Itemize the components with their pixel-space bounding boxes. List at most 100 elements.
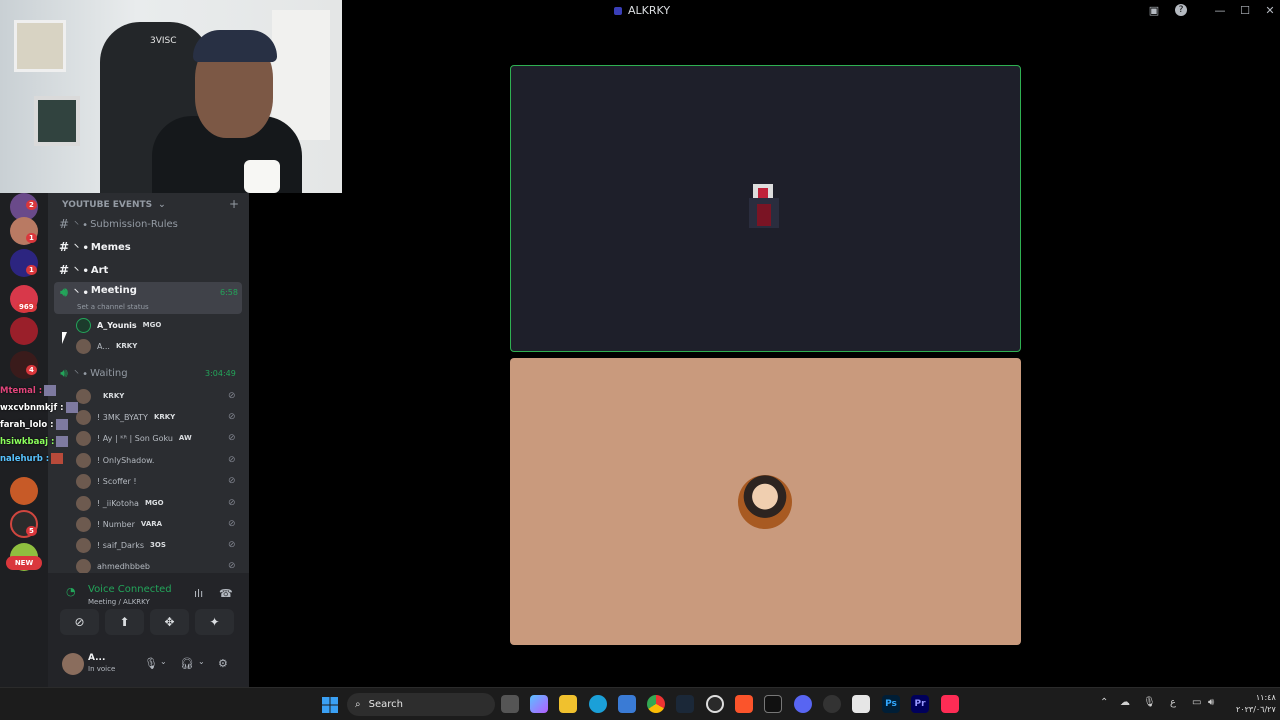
- steam-icon[interactable]: [676, 695, 694, 713]
- volume-icon[interactable]: 🔊︎: [1208, 697, 1214, 708]
- deafened-icon: ⊘: [228, 498, 236, 508]
- chevron-down-icon: ⌄: [158, 200, 166, 210]
- x-app-icon[interactable]: [764, 695, 782, 713]
- copilot-icon[interactable]: [530, 695, 548, 713]
- speaker-icon: 🔊︎: [60, 285, 68, 299]
- windows-start-icon[interactable]: [322, 697, 338, 713]
- microphone-icon[interactable]: 🎙︎: [1143, 697, 1156, 708]
- voice-user[interactable]: A... KRKY: [76, 336, 246, 356]
- app-icon[interactable]: [823, 695, 841, 713]
- server-badge: 5: [26, 526, 37, 536]
- video-tile[interactable]: [510, 358, 1021, 645]
- server-icon[interactable]: [10, 317, 38, 345]
- voice-user-name: ! Ay | ᴷᴿ | Son Goku: [97, 433, 173, 443]
- voice-user-name: ! Number: [97, 519, 135, 529]
- monitor-icon[interactable]: ▭: [1192, 697, 1201, 708]
- settings-app-icon[interactable]: [706, 695, 724, 713]
- channel-submission-rules[interactable]: # ⸌ • Submission-Rules: [54, 214, 242, 234]
- photoshop-icon[interactable]: Ps: [882, 695, 900, 713]
- brave-icon[interactable]: [735, 695, 753, 713]
- voice-user-name: ! 3MK_BYATY: [97, 412, 148, 422]
- chat-line: hsiwkbaaj :: [0, 433, 90, 450]
- role-tag: KRKY: [103, 392, 125, 400]
- tiktok-icon[interactable]: [941, 695, 959, 713]
- chat-emote: [65, 402, 78, 413]
- premiere-icon[interactable]: Pr: [911, 695, 929, 713]
- edge-icon[interactable]: [589, 695, 607, 713]
- disconnect-icon[interactable]: ☎: [219, 587, 233, 600]
- add-channel-icon[interactable]: +: [229, 197, 239, 211]
- chrome-icon[interactable]: [647, 695, 665, 713]
- soundboard-button[interactable]: ✦: [195, 609, 234, 635]
- chevron-up-icon[interactable]: ⌃: [1100, 697, 1108, 708]
- file-explorer-icon[interactable]: [559, 695, 577, 713]
- speaker-icon: 🔊︎: [60, 365, 68, 380]
- screen-share-button[interactable]: ⬆: [105, 609, 144, 635]
- discord-icon[interactable]: [794, 695, 812, 713]
- activities-button[interactable]: ✥: [150, 609, 189, 635]
- taskbar: ⌕ Search Ps Pr ⌃ ☁ 🎙︎ ع ▭ 🔊︎ ١١:٤٨ ٢٠٢٣/…: [0, 687, 1280, 720]
- avatar: [76, 495, 91, 511]
- minimize-button[interactable]: —: [1212, 4, 1228, 18]
- gear-icon[interactable]: ⚙: [218, 657, 228, 670]
- text-channel-icon: #: [58, 217, 70, 231]
- voice-user[interactable]: ! _iiKotoha MGO ⊘: [76, 493, 246, 513]
- deafened-icon: ⊘: [228, 412, 236, 422]
- voice-user[interactable]: ! Number VARA ⊘: [76, 514, 246, 534]
- task-view-icon[interactable]: [501, 695, 519, 713]
- clock[interactable]: ١١:٤٨ ٢٠٢٣/٠٦/٢٧: [1236, 692, 1276, 716]
- avatar: [76, 558, 91, 574]
- deafened-icon: ⊘: [228, 540, 236, 550]
- window-title: ALKRKY: [628, 4, 671, 17]
- channel-name: Art: [90, 264, 109, 276]
- voice-user[interactable]: ! Scoffer ! ⊘: [76, 471, 246, 491]
- close-button[interactable]: ✕: [1262, 4, 1278, 18]
- clock-time: ١١:٤٨: [1255, 693, 1276, 702]
- input-language[interactable]: ع: [1170, 697, 1176, 708]
- wall-frame-award: [14, 20, 66, 72]
- avatar: [738, 475, 792, 529]
- voice-user[interactable]: ! Ay | ᴷᴿ | Son Goku AW ⊘: [76, 428, 246, 448]
- maximize-button[interactable]: ☐: [1237, 4, 1253, 18]
- camera-button[interactable]: ⊘: [60, 609, 99, 635]
- snipping-tool-icon[interactable]: [852, 695, 870, 713]
- noise-suppression-icon[interactable]: ılı: [194, 587, 203, 600]
- new-pill[interactable]: NEW: [6, 556, 42, 570]
- voice-user[interactable]: ! OnlyShadow. ⊘: [76, 450, 246, 470]
- help-icon[interactable]: ?: [1175, 4, 1187, 16]
- chat-line: farah_lolo :: [0, 416, 90, 433]
- deafened-icon: ⊘: [228, 433, 236, 443]
- microphone-icon[interactable]: 🎙︎: [144, 657, 158, 670]
- server-badge: 2: [26, 200, 37, 210]
- chat-user: hsiwkbaaj :: [0, 436, 55, 447]
- chat-user: nalehurb :: [0, 453, 50, 464]
- voice-user[interactable]: A_Younis MGO: [76, 315, 246, 335]
- headphones-icon[interactable]: 🎧︎: [180, 657, 194, 670]
- voice-user[interactable]: ! 3MK_BYATY KRKY ⊘: [76, 407, 246, 427]
- deafened-icon: ⊘: [228, 476, 236, 486]
- category-header[interactable]: YOUTUBE EVENTS ⌄: [62, 200, 166, 210]
- screen-share-icon[interactable]: ▣: [1146, 4, 1162, 18]
- store-icon[interactable]: [618, 695, 636, 713]
- voice-status-title: Voice Connected: [88, 584, 172, 595]
- chevron-down-icon[interactable]: ⌄: [160, 657, 167, 666]
- channel-art[interactable]: # ⸌ • Art: [54, 260, 242, 280]
- channel-prefix: ⸌ •: [74, 288, 89, 299]
- app-logo-icon: [614, 6, 622, 15]
- voice-user[interactable]: ! saif_Darks 3OS ⊘: [76, 535, 246, 555]
- text-channel-icon: #: [58, 263, 70, 277]
- avatar[interactable]: [62, 653, 84, 675]
- voice-status-subtitle[interactable]: Meeting / ALKRKY: [88, 598, 150, 606]
- chat-user: wxcvbnmkjf :: [0, 402, 64, 413]
- taskbar-search[interactable]: ⌕ Search: [347, 693, 495, 716]
- channel-status[interactable]: Set a channel status: [77, 303, 149, 311]
- video-tile-speaking[interactable]: [510, 65, 1021, 352]
- server-icon[interactable]: [10, 477, 38, 505]
- voice-user[interactable]: KRKY ⊘: [76, 386, 246, 406]
- voice-user-name: ! Scoffer !: [97, 476, 137, 486]
- channel-name: Submission-Rules: [90, 218, 178, 230]
- chevron-down-icon[interactable]: ⌄: [198, 657, 205, 666]
- channel-name: Memes: [90, 241, 131, 253]
- channel-memes[interactable]: # ⸌ • Memes: [54, 237, 242, 257]
- cloud-icon[interactable]: ☁: [1120, 697, 1130, 708]
